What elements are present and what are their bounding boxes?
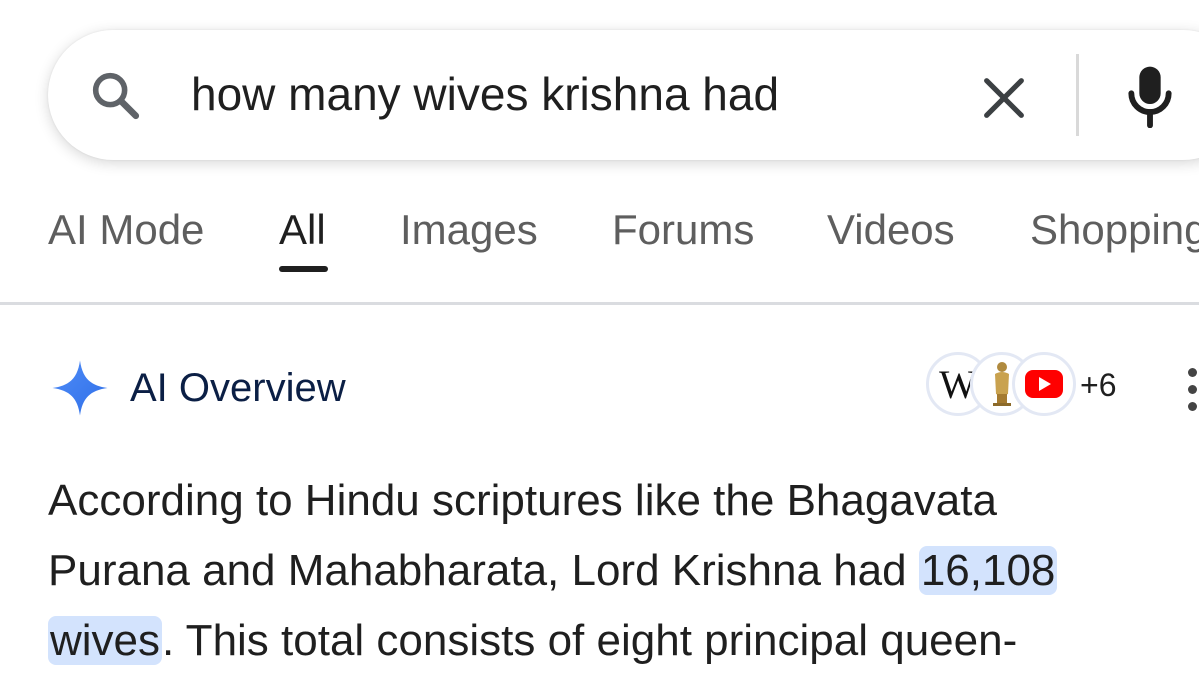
tab-forums[interactable]: Forums (612, 205, 754, 255)
tab-images[interactable]: Images (400, 205, 538, 255)
more-sources-count[interactable]: +6 (1080, 364, 1116, 406)
sparkle-icon (52, 360, 108, 416)
youtube-icon[interactable] (1012, 352, 1076, 416)
ai-overview-title: AI Overview (130, 366, 346, 410)
tab-all[interactable]: All (279, 205, 326, 255)
youtube-logo (1025, 370, 1063, 398)
overview-line-1: According to Hindu scriptures like the B… (48, 476, 997, 525)
search-tabs: AI Mode All Images Forums Videos Shoppin… (0, 195, 1199, 305)
search-bar[interactable]: how many wives krishna had (48, 30, 1199, 160)
overview-line-3: wives. This total consists of eight prin… (48, 606, 1188, 676)
highlight-wives[interactable]: wives (48, 616, 163, 665)
tab-shopping[interactable]: Shopping (1030, 205, 1199, 255)
overview-line-3-text: . This total consists of eight principal… (162, 616, 1018, 665)
tabs-divider (0, 302, 1199, 305)
overview-line-2: Purana and Mahabharata, Lord Krishna had… (48, 536, 1188, 606)
ai-overview-header: AI Overview W +6 (0, 350, 1199, 430)
clear-icon[interactable] (978, 72, 1030, 124)
overview-line-2-text: Purana and Mahabharata, Lord Krishna had (48, 546, 919, 595)
search-icon[interactable] (88, 68, 144, 124)
search-input[interactable]: how many wives krishna had (191, 66, 779, 122)
ai-overview-text: According to Hindu scriptures like the B… (48, 466, 1188, 676)
mic-icon[interactable] (1126, 64, 1174, 128)
search-bar-divider (1076, 54, 1079, 136)
google-search-results-page: how many wives krishna had AI Mode All I… (0, 0, 1199, 693)
tab-ai-mode[interactable]: AI Mode (48, 205, 204, 255)
highlight-number[interactable]: 16,108 (918, 546, 1058, 595)
active-tab-indicator (279, 266, 328, 272)
kebab-menu-icon[interactable] (1186, 368, 1199, 412)
tab-videos[interactable]: Videos (827, 205, 955, 255)
